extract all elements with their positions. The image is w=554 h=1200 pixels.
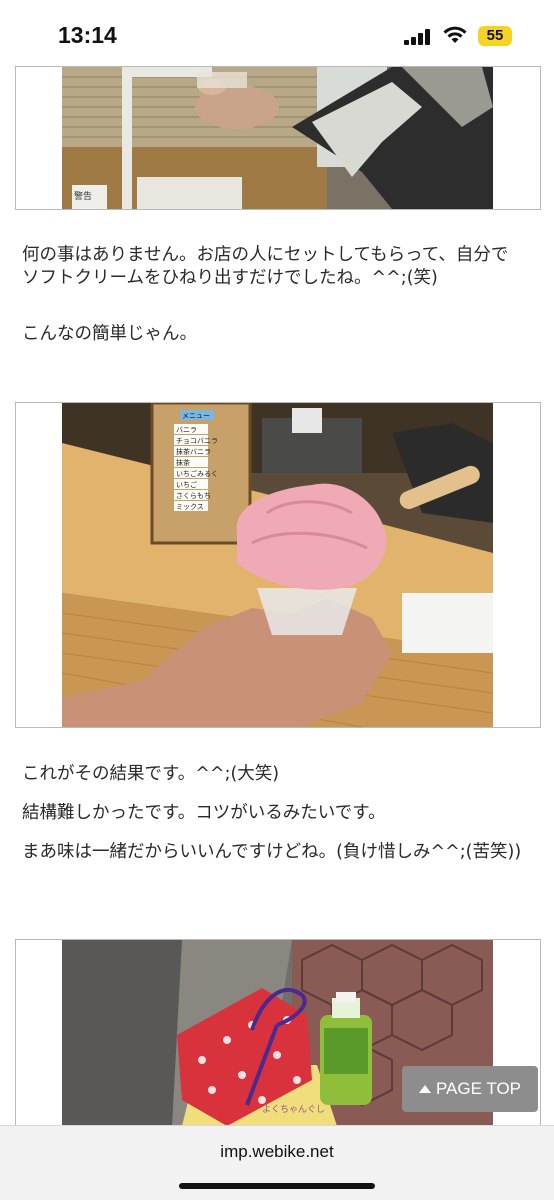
browser-url-bar[interactable]: imp.webike.net (0, 1125, 554, 1200)
url-text[interactable]: imp.webike.net (0, 1142, 554, 1162)
menu-item: 抹茶バニラ (176, 447, 211, 456)
paragraph-4: 結構難しかったです。コツがいるみたいです。 (22, 803, 386, 823)
menu-item: バニラ (176, 426, 197, 434)
photo-1-frame: 警告 (15, 66, 541, 210)
battery-icon: 55 (478, 26, 512, 46)
arrow-up-icon (418, 1085, 431, 1093)
cellular-signal-icon (404, 29, 432, 45)
menu-item: ミックス (176, 503, 204, 511)
photo-1-sign-text: 警告 (74, 190, 92, 202)
photo-1-dispenser[interactable]: 警告 (62, 67, 493, 209)
status-time: 13:14 (58, 22, 117, 48)
wifi-icon (443, 26, 467, 43)
menu-item: さくらもち (176, 492, 211, 500)
home-indicator[interactable] (179, 1183, 375, 1189)
page-top-button[interactable]: PAGE TOP (402, 1066, 538, 1112)
photo-2-ice-cream[interactable]: メニュー バニラ チョコバニラ 抹茶バニラ 抹茶 いちごみるく いちご さくらも… (62, 403, 493, 727)
paragraph-3: これがその結果です。^^;(大笑) (22, 764, 280, 784)
menu-item: いちご (176, 480, 197, 489)
paragraph-5: まあ味は一緒だからいいんですけどね。(負け惜しみ^^;(苦笑)) (22, 842, 522, 862)
photo-2-frame: メニュー バニラ チョコバニラ 抹茶バニラ 抹茶 いちごみるく いちご さくらも… (15, 402, 541, 728)
menu-item: チョコバニラ (176, 437, 218, 445)
page-top-label: PAGE TOP (435, 1079, 522, 1098)
menu-item: 抹茶 (176, 458, 190, 467)
status-bar: 13:14 55 (0, 0, 554, 66)
photo-3-box-text: よくちゃんぐし (262, 1104, 325, 1115)
paragraph-2: こんなの簡単じゃん。 (22, 324, 197, 344)
menu-item: いちごみるく (176, 469, 218, 478)
paragraph-1: 何の事はありません。お店の人にセットしてもらって、自分でソフトクリームをひねり出… (22, 245, 509, 288)
menu-board-title: メニュー (182, 412, 210, 420)
